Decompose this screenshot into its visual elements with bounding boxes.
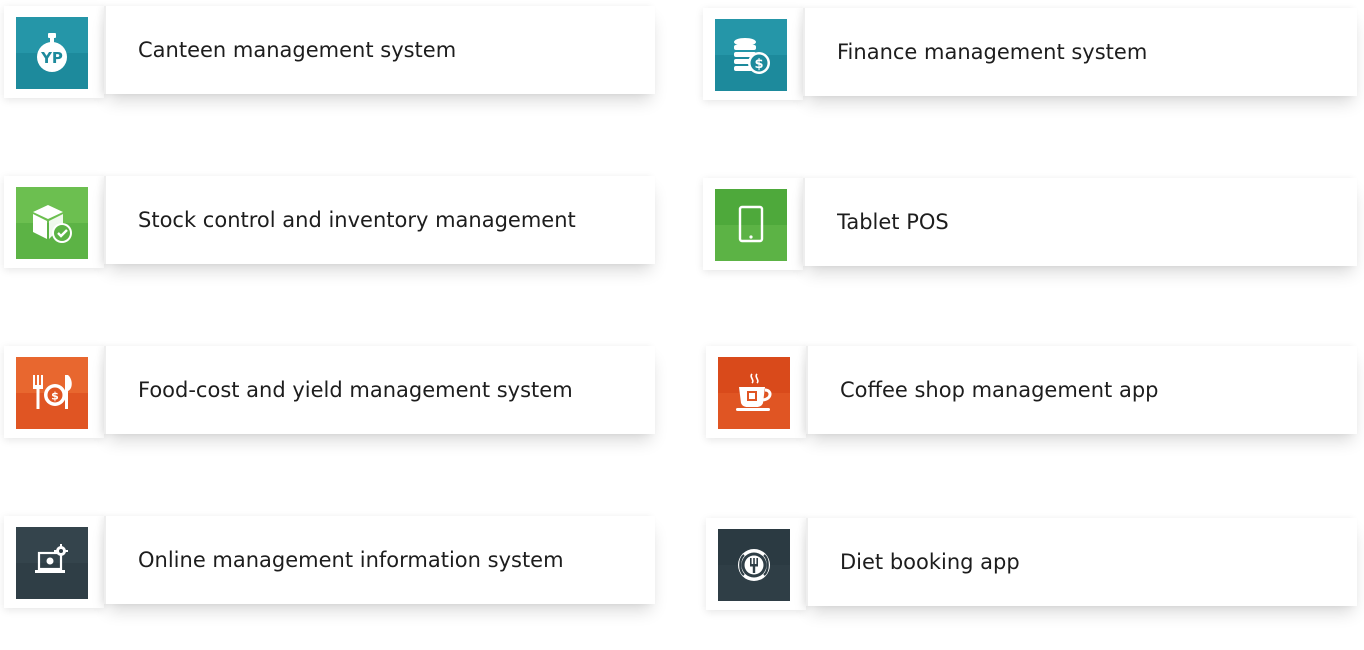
cutlery-plate-icon: $: [16, 357, 88, 429]
tablet-icon: [715, 189, 787, 261]
card-coffee-shop[interactable]: Coffee shop management app: [706, 346, 1357, 438]
card-label: Stock control and inventory management: [138, 208, 576, 232]
card-label: Canteen management system: [138, 38, 457, 62]
canteen-scale-icon: YP: [16, 17, 88, 89]
package-check-icon: [16, 187, 88, 259]
plate-fork-icon: [718, 529, 790, 601]
coins-dollar-icon: $: [715, 19, 787, 91]
card-finance-management[interactable]: $ Finance management system: [703, 8, 1357, 100]
svg-text:YP: YP: [40, 49, 63, 67]
coffee-cup-icon: [718, 357, 790, 429]
card-online-mis[interactable]: Online management information system: [4, 516, 655, 608]
card-label: Coffee shop management app: [840, 378, 1159, 402]
card-label: Diet booking app: [840, 550, 1020, 574]
card-food-cost[interactable]: $ Food-cost and yield management system: [4, 346, 655, 438]
svg-text:$: $: [51, 390, 59, 403]
card-label: Finance management system: [837, 40, 1148, 64]
card-stock-control[interactable]: Stock control and inventory management: [4, 176, 655, 268]
card-tablet-pos[interactable]: Tablet POS: [703, 178, 1357, 270]
svg-text:$: $: [754, 57, 763, 72]
card-label: Tablet POS: [837, 210, 949, 234]
card-label: Online management information system: [138, 548, 564, 572]
laptop-gear-icon: [16, 527, 88, 599]
card-canteen-management[interactable]: YP Canteen management system: [4, 6, 655, 98]
card-diet-booking[interactable]: Diet booking app: [706, 518, 1357, 610]
card-label: Food-cost and yield management system: [138, 378, 573, 402]
